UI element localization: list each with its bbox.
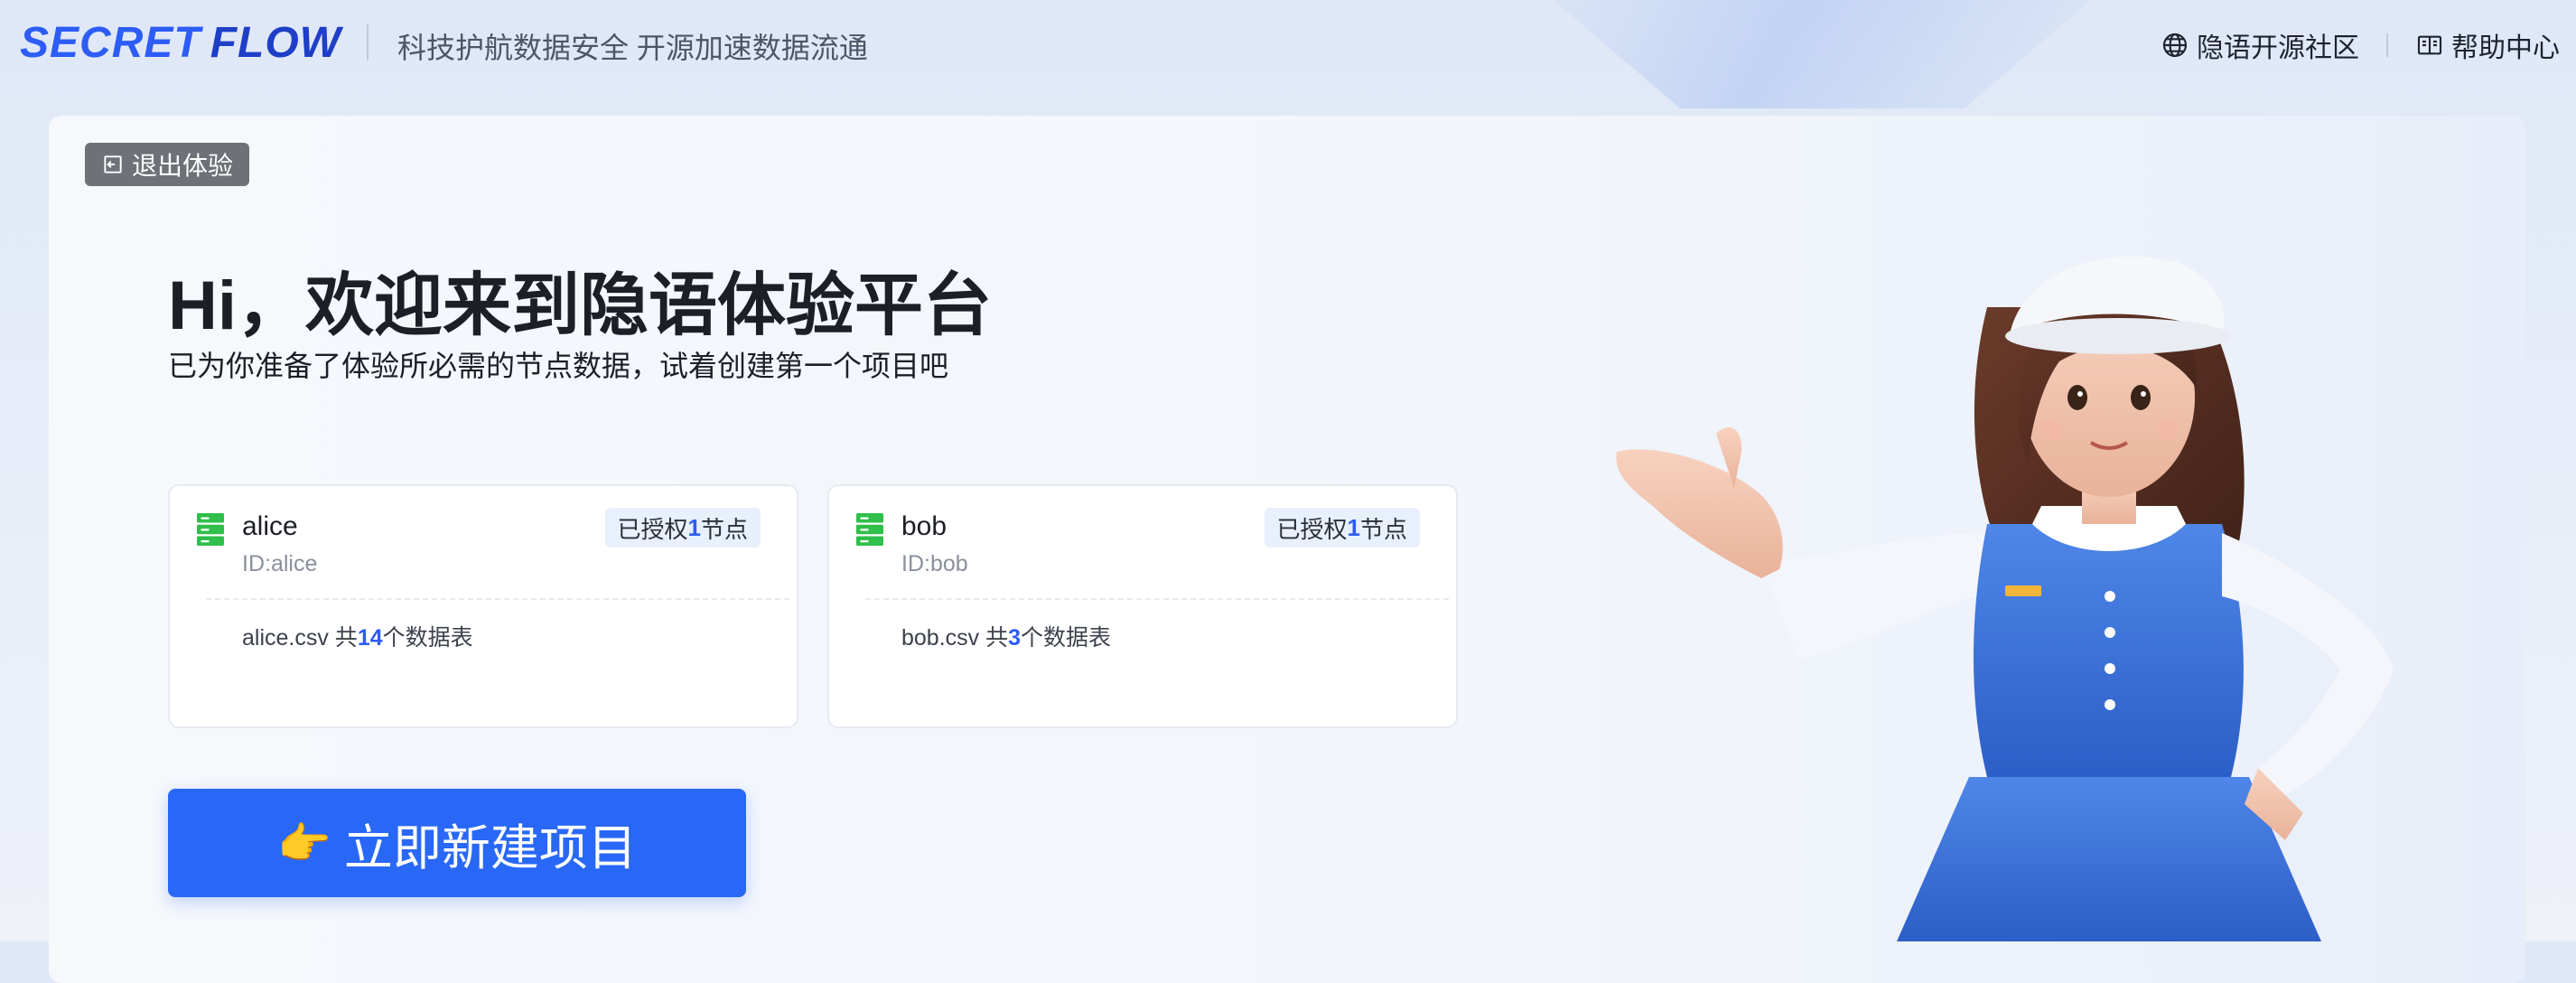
nav-label: 隐语开源社区	[2197, 33, 2359, 63]
top-header: SECRET FLOW 科技护航数据安全 开源加速数据流通 隐语开源社区 帮助中心	[0, 0, 2576, 116]
node-name: bob	[901, 511, 947, 541]
header-nav: 隐语开源社区 帮助中心	[2161, 25, 2560, 65]
assistant-character-illustration	[1616, 256, 2394, 941]
create-project-button[interactable]: 👉 立即新建项目	[168, 789, 746, 897]
globe-icon	[2162, 33, 2188, 58]
authorized-badge: 已授权 1 节点	[604, 508, 761, 548]
dashed-divider	[865, 598, 1449, 600]
create-project-label: 立即新建项目	[343, 820, 637, 875]
dashed-divider	[206, 598, 789, 600]
exit-icon	[104, 155, 122, 173]
header-divider	[367, 24, 369, 61]
nav-open-source-community[interactable]: 隐语开源社区	[2161, 25, 2359, 65]
logo-text: SECRET FLOW	[20, 18, 341, 67]
node-card-bob[interactable]: bob ID:bob 已授权 1 节点 bob.csv 共3个数据表	[827, 484, 1458, 728]
book-icon	[2417, 35, 2442, 55]
node-name: alice	[242, 511, 298, 541]
node-id: ID:alice	[242, 551, 318, 576]
nav-help-center[interactable]: 帮助中心	[2415, 25, 2560, 65]
page-subtitle: 已为你准备了体验所必需的节点数据，试着创建第一个项目吧	[168, 350, 949, 382]
authorized-badge: 已授权 1 节点	[1264, 508, 1420, 548]
node-file-info: alice.csv 共14个数据表	[242, 625, 473, 651]
secretflow-logo[interactable]: SECRET FLOW	[20, 18, 341, 67]
page-title: Hi，欢迎来到隐语体验平台	[168, 267, 992, 344]
node-id: ID:bob	[901, 551, 968, 576]
server-icon	[856, 513, 883, 546]
exit-label: 退出体验	[132, 152, 234, 180]
server-icon	[197, 513, 224, 546]
nav-label: 帮助中心	[2451, 33, 2560, 63]
pointing-hand-icon: 👉	[277, 819, 331, 868]
nav-separator	[2386, 33, 2388, 57]
header-decoration	[1554, 0, 2091, 108]
header-slogan: 科技护航数据安全 开源加速数据流通	[397, 32, 868, 64]
exit-experience-button[interactable]: 退出体验	[85, 143, 250, 186]
node-file-info: bob.csv 共3个数据表	[901, 625, 1112, 651]
node-card-alice[interactable]: alice ID:alice 已授权 1 节点 alice.csv 共14个数据表	[168, 484, 798, 728]
